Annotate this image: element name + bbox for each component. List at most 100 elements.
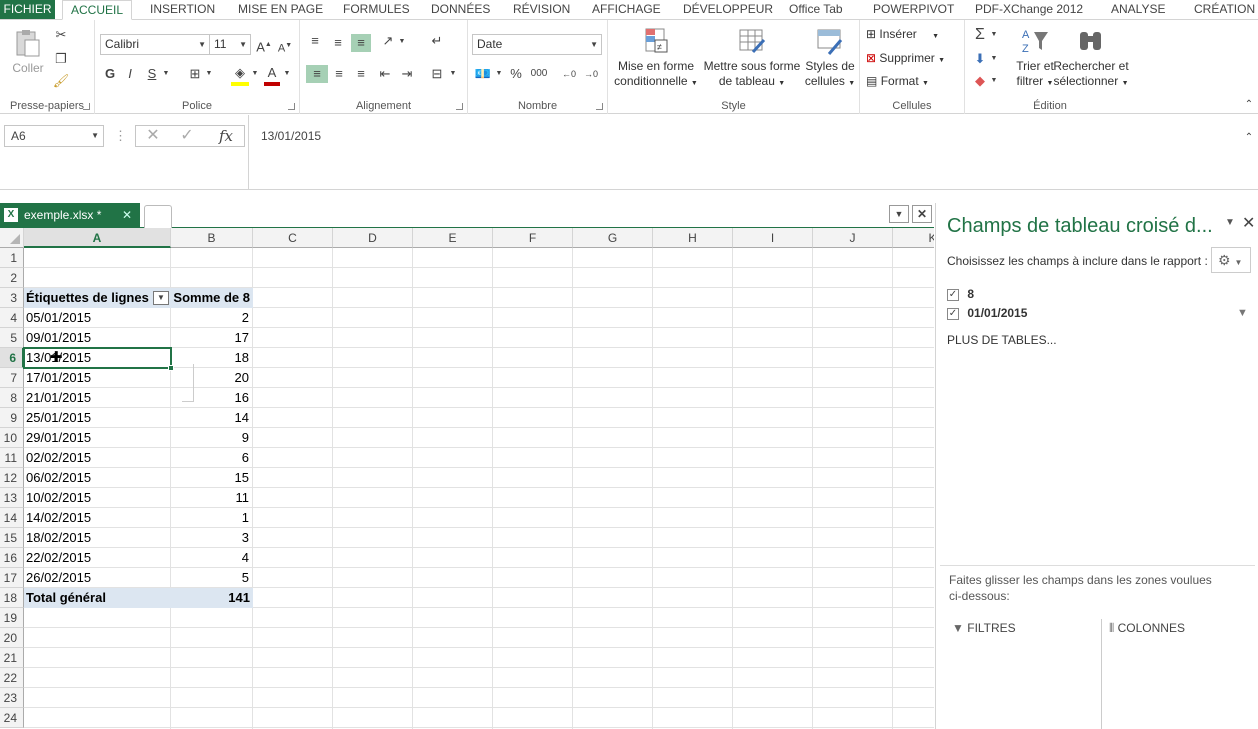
spreadsheet-grid[interactable]: ABCDEFGHIJK 1 2 3 4 5 6 7 8 9 10 11 12 13 14 15 16 17 18 1… bbox=[0, 228, 934, 729]
merge-center-icon[interactable]: ⊟ bbox=[428, 65, 446, 83]
pivot-row-label[interactable]: 09/01/2015 bbox=[26, 328, 169, 348]
format-painter-icon[interactable]: 🖌 bbox=[52, 72, 70, 90]
row-header[interactable]: 18 bbox=[0, 588, 24, 608]
underline-button[interactable]: S bbox=[145, 65, 159, 83]
tab-affichage[interactable]: AFFICHAGE bbox=[592, 0, 661, 20]
row-header[interactable]: 22 bbox=[0, 668, 24, 688]
chevron-down-icon[interactable]: ▼ bbox=[397, 33, 407, 51]
increase-decimal-icon[interactable]: ←0 bbox=[560, 65, 578, 83]
chevron-down-icon[interactable]: ▼ bbox=[989, 72, 999, 90]
pivot-row-label[interactable]: 21/01/2015 bbox=[26, 388, 169, 408]
tab-creation[interactable]: CRÉATION bbox=[1194, 0, 1255, 20]
collapse-formula-bar-icon[interactable]: ⌃ bbox=[1242, 129, 1256, 147]
row-header[interactable]: 19 bbox=[0, 608, 24, 628]
format-cells-button[interactable]: ▤ Format ▼ bbox=[866, 74, 962, 91]
grow-font-icon[interactable]: A▲ bbox=[255, 36, 273, 56]
enter-check-icon[interactable]: ✓ bbox=[178, 127, 196, 145]
pivot-row-label[interactable]: 17/01/2015 bbox=[26, 368, 169, 388]
column-header[interactable]: H bbox=[653, 228, 733, 248]
align-left-icon[interactable]: ≡ bbox=[306, 65, 328, 83]
row-header[interactable]: 23 bbox=[0, 688, 24, 708]
row-header[interactable]: 6 bbox=[0, 348, 24, 368]
paste-button[interactable]: Coller bbox=[8, 28, 48, 76]
pivot-row-value[interactable]: 1 bbox=[171, 508, 249, 528]
pivot-grand-total-value[interactable]: 141 bbox=[171, 588, 253, 608]
tab-analyse[interactable]: ANALYSE bbox=[1111, 0, 1165, 20]
row-header[interactable]: 7 bbox=[0, 368, 24, 388]
tab-pdf-xchange[interactable]: PDF-XChange 2012 bbox=[975, 0, 1083, 20]
format-as-table-button[interactable]: Mettre sous forme de tableau ▼ bbox=[700, 26, 804, 91]
row-header[interactable]: 14 bbox=[0, 508, 24, 528]
pivot-row-value[interactable]: 3 bbox=[171, 528, 249, 548]
row-header[interactable]: 15 bbox=[0, 528, 24, 548]
field-item[interactable]: ✓ 01/01/2015 bbox=[947, 306, 1027, 322]
pivot-row-label[interactable]: 29/01/2015 bbox=[26, 428, 169, 448]
cut-icon[interactable]: ✂ bbox=[52, 26, 70, 44]
field-filter-icon[interactable]: ▼ bbox=[1237, 307, 1248, 319]
row-header[interactable]: 20 bbox=[0, 628, 24, 648]
row-header[interactable]: 10 bbox=[0, 428, 24, 448]
align-middle-icon[interactable]: ≡ bbox=[329, 34, 347, 52]
row-header[interactable]: 8 bbox=[0, 388, 24, 408]
pivot-row-label[interactable]: 18/02/2015 bbox=[26, 528, 169, 548]
chevron-down-icon[interactable]: ▼ bbox=[250, 65, 260, 83]
close-window-icon[interactable]: ✕ bbox=[912, 205, 932, 223]
increase-indent-icon[interactable]: ⇥ bbox=[398, 65, 416, 83]
tab-developpeur[interactable]: DÉVELOPPEUR bbox=[683, 0, 773, 20]
pivot-values-header[interactable]: Somme de 8 bbox=[171, 288, 253, 308]
row-header[interactable]: 3 bbox=[0, 288, 24, 308]
column-header[interactable]: I bbox=[733, 228, 813, 248]
decrease-decimal-icon[interactable]: →0 bbox=[582, 65, 600, 83]
tab-formules[interactable]: FORMULES bbox=[343, 0, 410, 20]
row-header[interactable]: 9 bbox=[0, 408, 24, 428]
pivot-row-value[interactable]: 5 bbox=[171, 568, 249, 588]
row-header[interactable]: 13 bbox=[0, 488, 24, 508]
wrap-text-icon[interactable]: ↵ bbox=[428, 32, 446, 50]
font-launcher-icon[interactable] bbox=[288, 103, 295, 110]
row-header[interactable]: 17 bbox=[0, 568, 24, 588]
find-select-button[interactable]: Rechercher et sélectionner ▼ bbox=[1049, 26, 1133, 91]
pivot-row-value[interactable]: 9 bbox=[171, 428, 249, 448]
document-tab[interactable]: X exemple.xlsx * ✕ bbox=[0, 203, 140, 228]
font-color-icon[interactable]: A bbox=[264, 64, 280, 86]
number-format-select[interactable]: Date ▼ bbox=[472, 34, 602, 55]
chevron-down-icon[interactable]: ▼ bbox=[204, 65, 214, 83]
close-tab-icon[interactable]: ✕ bbox=[122, 203, 132, 227]
columns-area-label[interactable]: ⦀ COLONNES bbox=[1109, 621, 1185, 636]
fill-icon[interactable]: ⬇ bbox=[971, 50, 989, 68]
pivot-row-label[interactable]: 02/02/2015 bbox=[26, 448, 169, 468]
align-bottom-icon[interactable]: ≡ bbox=[351, 34, 371, 52]
clear-icon[interactable]: ◆ bbox=[971, 72, 989, 90]
tab-insertion[interactable]: INSERTION bbox=[150, 0, 215, 20]
thousands-button[interactable]: 000 bbox=[528, 65, 550, 83]
insert-cells-button[interactable]: ⊞ Insérer ▼ bbox=[866, 27, 962, 44]
field-checkbox[interactable]: ✓ bbox=[947, 307, 959, 320]
chevron-down-icon[interactable]: ▼ bbox=[989, 50, 999, 68]
column-header[interactable]: B bbox=[171, 228, 253, 248]
tab-accueil[interactable]: ACCUEIL bbox=[62, 0, 132, 20]
tab-mise-en-page[interactable]: MISE EN PAGE bbox=[238, 0, 323, 20]
pivot-row-label[interactable]: 22/02/2015 bbox=[26, 548, 169, 568]
row-header[interactable]: 11 bbox=[0, 448, 24, 468]
align-center-icon[interactable]: ≡ bbox=[330, 65, 348, 83]
column-header[interactable]: A bbox=[24, 228, 171, 248]
pivot-row-labels-header[interactable]: Étiquettes de lignes bbox=[24, 288, 171, 308]
field-checkbox[interactable]: ✓ bbox=[947, 288, 959, 301]
panel-options-dropdown-icon[interactable]: ▼ bbox=[1225, 217, 1235, 228]
pivot-row-value[interactable]: 11 bbox=[171, 488, 250, 508]
pivot-row-value[interactable]: 2 bbox=[171, 308, 249, 328]
select-all-corner[interactable] bbox=[0, 228, 24, 248]
row-header[interactable]: 24 bbox=[0, 708, 24, 728]
close-panel-icon[interactable]: ✕ bbox=[1242, 213, 1255, 233]
formula-input[interactable]: 13/01/2015 bbox=[248, 115, 1258, 189]
filters-area-label[interactable]: ▼ FILTRES bbox=[952, 621, 1016, 635]
panel-settings-button[interactable]: ⚙ ▼ bbox=[1211, 247, 1251, 273]
column-header[interactable]: G bbox=[573, 228, 653, 248]
insert-function-button[interactable]: fx bbox=[214, 127, 238, 145]
column-header[interactable]: J bbox=[813, 228, 893, 248]
column-header[interactable]: F bbox=[493, 228, 573, 248]
delete-cells-button[interactable]: ⊠ Supprimer ▼ bbox=[866, 51, 962, 68]
orientation-icon[interactable]: ↗ bbox=[378, 32, 398, 50]
row-header[interactable]: 21 bbox=[0, 648, 24, 668]
pivot-row-label[interactable]: 06/02/2015 bbox=[26, 468, 169, 488]
